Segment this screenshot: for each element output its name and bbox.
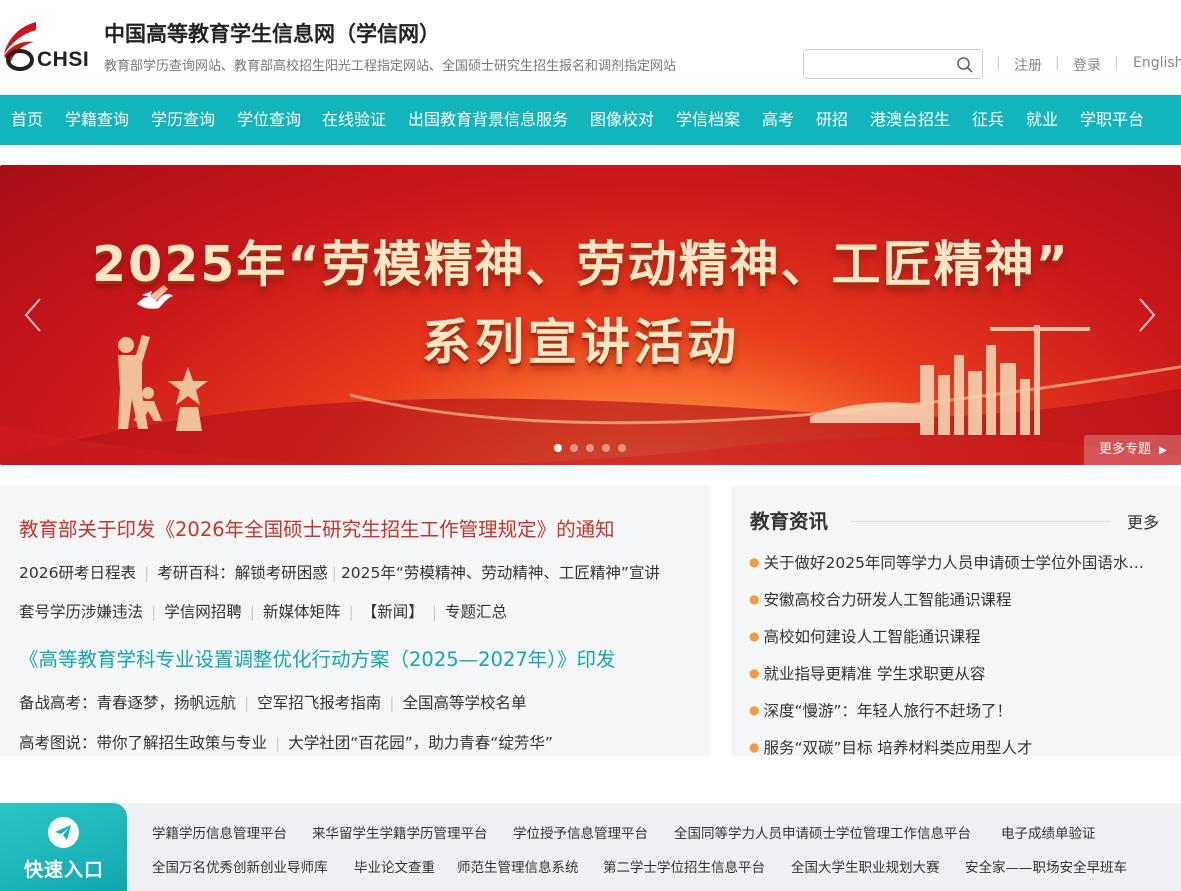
nav-item-abroad[interactable]: 出国教育背景信息服务 [408,95,568,145]
edu-news-more-link[interactable]: 更多 [1127,509,1159,533]
carousel-dot[interactable] [586,444,594,452]
bullet-icon: ● [749,629,760,643]
separator: | [1114,55,1119,71]
nav-item-hmt[interactable]: 港澳台招生 [870,95,950,145]
site-header: CHSI 中国高等教育学生信息网（学信网） 教育部学历查询网站、教育部高校招生阳… [0,0,1181,95]
chevron-left-icon[interactable] [22,297,44,333]
separator: | [1055,55,1060,71]
register-link[interactable]: 注册 [1014,55,1042,75]
bullet-icon: ● [749,666,760,680]
news-link[interactable]: 套号学历涉嫌违法 [19,603,143,621]
news-link[interactable]: 学信网招聘 [164,603,242,621]
search-icon[interactable] [956,56,974,74]
nav-item-verify[interactable]: 在线验证 [322,95,386,145]
news-link[interactable]: 备战高考：青春逐梦，扬帆远航 [19,694,236,712]
english-link[interactable]: English [1133,55,1181,71]
news-row: 套号学历涉嫌违法 | 学信网招聘 | 新媒体矩阵 | 【新闻】 | 专题汇总 [19,603,508,621]
carousel-dot[interactable] [602,444,610,452]
divider [851,521,1111,522]
nav-item-image[interactable]: 图像校对 [590,95,654,145]
nav-item-archive[interactable]: 学信档案 [676,95,740,145]
quick-entry-bar [0,803,1181,891]
carousel-dot[interactable] [570,444,578,452]
bullet-icon: ● [749,555,760,569]
quick-entry-label: 快速入口 [24,859,105,881]
quick-link[interactable]: 学籍学历信息管理平台 [152,822,287,842]
nav-item-degree-record[interactable]: 学历查询 [151,95,215,145]
news-link[interactable]: 2025年“劳模精神、劳动精神、工匠精神”宣讲 [341,564,660,582]
nav-item-home[interactable]: 首页 [11,95,43,145]
news-link[interactable]: 高考图说：带你了解招生政策与专业 [19,734,267,752]
bullet-icon: ● [749,740,760,754]
news-link[interactable]: 2026研考日程表 [19,564,136,582]
banner-title-line2: 系列宣讲活动 [422,314,741,371]
nav-item-enrollment[interactable]: 学籍查询 [65,95,129,145]
carousel-dot[interactable] [618,444,626,452]
site-title: 中国高等教育学生信息网（学信网） [104,21,440,46]
headline-link[interactable]: 《高等教育学科专业设置调整优化行动方案（2025—2027年）》印发 [19,643,616,672]
bullet-icon: ● [749,592,760,606]
main-nav: 首页 学籍查询 学历查询 学位查询 在线验证 出国教育背景信息服务 图像校对 学… [0,95,1181,145]
more-topics-label: 更多专题 [1099,442,1152,457]
news-list-item[interactable]: ● 服务“双碳”目标 培养材料类应用型人才 [749,736,1159,758]
nav-item-yanzhao[interactable]: 研招 [816,95,848,145]
news-row: 高考图说：带你了解招生政策与专业 | 大学社团“百花园”，助力青春“绽芳华” [19,734,553,752]
quick-link[interactable]: 全国同等学力人员申请硕士学位管理工作信息平台 [674,822,971,842]
search-box[interactable] [803,49,983,79]
edu-news-heading: 教育资讯 [750,510,829,533]
news-list-item[interactable]: ● 高校如何建设人工智能通识课程 [749,625,1159,647]
login-link[interactable]: 登录 [1073,55,1101,75]
nav-item-gaokao[interactable]: 高考 [762,95,794,145]
site-subtitle: 教育部学历查询网站、教育部高校招生阳光工程指定网站、全国硕士研究生招生报名和调剂… [104,59,677,74]
quick-link[interactable]: 安全家——职场安全早班车 [965,856,1127,876]
carousel-dot[interactable] [554,444,562,452]
caret-right-icon: ▶ [1159,445,1167,456]
more-topics-button[interactable]: 更多专题 ▶ [1084,435,1181,465]
news-row: 2026研考日程表 | 考研百科：解锁考研困惑 | 2025年“劳模精神、劳动精神、工匠… [19,564,660,582]
city-skyline-icon [810,325,1090,435]
news-link[interactable]: 全国高等学校名单 [403,694,527,712]
news-list-item[interactable]: ● 深度“慢游”：年轻人旅行不赶场了！ [749,699,1159,721]
news-link[interactable]: 新媒体矩阵 [263,603,341,621]
separator: | [996,55,1001,71]
chevron-right-icon[interactable] [1136,297,1158,333]
news-link[interactable]: 大学社团“百花园”，助力青春“绽芳华” [288,734,553,752]
quick-link[interactable]: 全国大学生职业规划大赛 [791,856,940,876]
nav-item-military[interactable]: 征兵 [972,95,1004,145]
hero-banner[interactable]: 2025年“劳模精神、劳动精神、工匠精神” 系列宣讲活动 更多专题 ▶ [0,165,1181,465]
nav-item-degree[interactable]: 学位查询 [237,95,301,145]
carousel-indicators [554,437,634,456]
news-link[interactable]: 考研百科：解锁考研困惑 [157,564,328,582]
search-input[interactable] [812,50,952,78]
news-list-item[interactable]: ● 就业指导更精准 学生求职更从容 [749,662,1159,684]
news-link[interactable]: 空军招飞报考指南 [257,694,381,712]
quick-link[interactable]: 毕业论文查重 [354,856,435,876]
news-row: 备战高考：青春逐梦，扬帆远航 | 空军招飞报考指南 | 全国高等学校名单 [19,694,527,712]
nav-item-jobs[interactable]: 就业 [1026,95,1058,145]
news-list-item[interactable]: ●关于做好2025年同等学力人员申请硕士学位外国语水平全国统一考试报名工作的通知 [749,551,1159,573]
logo-text: CHSI [37,48,90,71]
quick-link[interactable]: 第二学士学位招生信息平台 [603,856,765,876]
quick-link[interactable]: 全国万名优秀创新创业导师库 [152,856,328,876]
banner-title-line1: 2025年“劳模精神、劳动精神、工匠精神” [92,236,1070,293]
quick-link[interactable]: 来华留学生学籍学历管理平台 [312,822,488,842]
nav-item-career[interactable]: 学职平台 [1080,95,1144,145]
news-list-item[interactable]: ● 安徽高校合力研发人工智能通识课程 [749,588,1159,610]
quick-link[interactable]: 师范生管理信息系统 [457,856,579,876]
news-link[interactable]: 【新闻】 [362,603,424,621]
quick-link[interactable]: 学位授予信息管理平台 [513,822,648,842]
quick-link[interactable]: 电子成绩单验证 [1001,822,1096,842]
bullet-icon: ● [749,703,760,717]
news-link[interactable]: 专题汇总 [445,603,507,621]
paper-plane-icon [48,817,79,848]
headline-link[interactable]: 教育部关于印发《2026年全国硕士研究生招生工作管理规定》的通知 [19,513,615,542]
